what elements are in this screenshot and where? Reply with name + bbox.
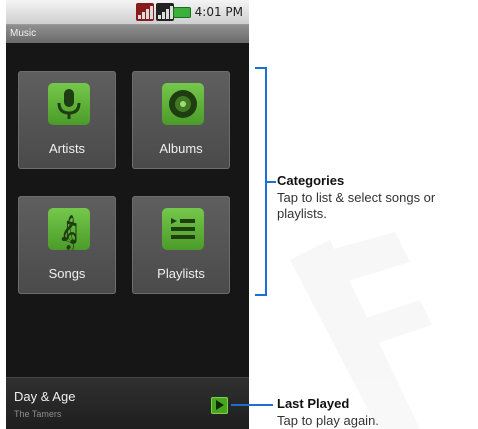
app-title-bar: Music — [6, 25, 249, 43]
last-played-callout-body: Tap to play again. — [277, 413, 379, 428]
last-played-bar[interactable]: Day & Age The Tamers — [6, 377, 249, 429]
categories-callout-title: Categories — [277, 173, 345, 188]
categories-callout-body: Tap to list & select songs or playlists. — [277, 190, 436, 221]
last-played-artist: The Tamers — [14, 409, 62, 419]
categories-bracket-tick — [267, 181, 276, 183]
last-played-title: Day & Age — [14, 389, 76, 404]
last-played-callout-title: Last Played — [277, 396, 350, 411]
status-bar: 4:01 PM — [6, 0, 249, 25]
app-title: Music — [10, 28, 37, 39]
phone-screen: 4:01 PM Music Artists Albums 𝄞 ♫ Songs P… — [6, 0, 249, 429]
list-icon — [162, 208, 204, 250]
signal-icon — [156, 3, 174, 21]
category-label: Playlists — [157, 266, 205, 281]
microphone-icon — [48, 83, 90, 125]
disc-icon — [162, 83, 204, 125]
category-artists-button[interactable]: Artists — [18, 71, 116, 169]
category-label: Artists — [48, 141, 86, 156]
category-songs-button[interactable]: 𝄞 ♫ Songs — [18, 196, 116, 294]
battery-icon — [173, 7, 191, 18]
status-time: 4:01 PM — [194, 5, 243, 19]
category-playlists-button[interactable]: Playlists — [132, 196, 230, 294]
treble-clef-icon: 𝄞 ♫ — [48, 208, 90, 250]
last-played-pointer — [231, 404, 273, 406]
category-label: Albums — [159, 141, 203, 156]
play-icon[interactable] — [211, 397, 228, 414]
category-label: Songs — [48, 266, 86, 281]
category-albums-button[interactable]: Albums — [132, 71, 230, 169]
svg-text:♫: ♫ — [56, 215, 81, 248]
categories-bracket — [255, 67, 267, 296]
signal-icon — [136, 3, 154, 21]
